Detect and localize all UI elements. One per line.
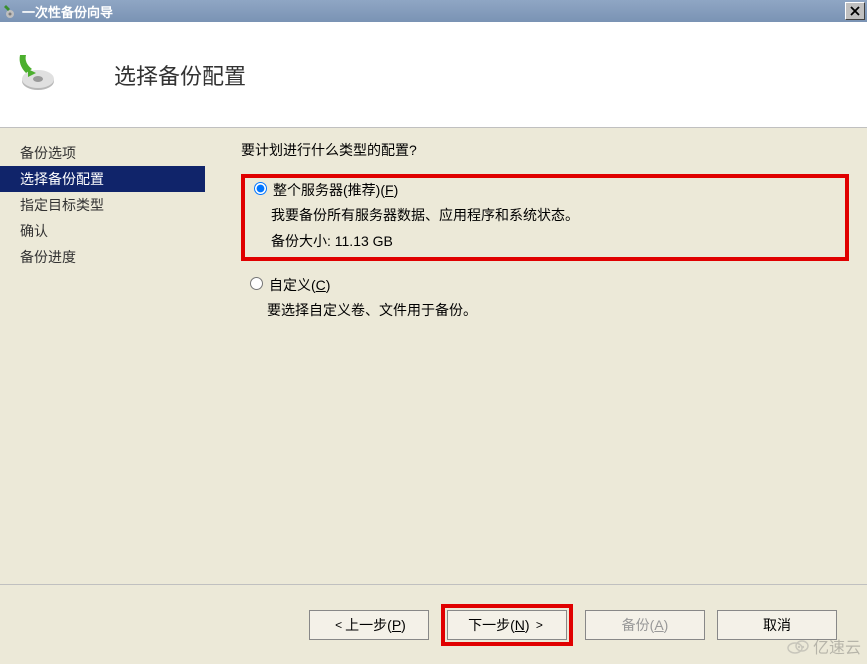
- sidebar-step-3[interactable]: 确认: [0, 218, 205, 244]
- sidebar-step-2[interactable]: 指定目标类型: [0, 192, 205, 218]
- option-block-0: 整个服务器(推荐)(F) 我要备份所有服务器数据、应用程序和系统状态。备份大小: …: [241, 174, 849, 261]
- backup-button: 备份(A): [585, 610, 705, 640]
- previous-button[interactable]: < 上一步(P): [309, 610, 429, 640]
- chevron-right-icon: >: [533, 618, 543, 632]
- sidebar-step-0[interactable]: 备份选项: [0, 140, 205, 166]
- option-block-1: 自定义(C) 要选择自定义卷、文件用于备份。: [241, 273, 849, 325]
- close-button[interactable]: [845, 2, 865, 20]
- radio-option-1[interactable]: [250, 277, 263, 290]
- wizard-header: 选择备份配置: [0, 22, 867, 128]
- sidebar: 备份选项选择备份配置指定目标类型确认备份进度: [0, 128, 205, 584]
- cancel-button[interactable]: 取消: [717, 610, 837, 640]
- option-label-1[interactable]: 自定义(C): [269, 275, 330, 295]
- sidebar-step-4[interactable]: 备份进度: [0, 244, 205, 270]
- wizard-footer: < 上一步(P) 下一步(N) > 备份(A) 取消: [0, 584, 867, 664]
- radio-option-0[interactable]: [254, 182, 267, 195]
- titlebar: 一次性备份向导: [0, 0, 867, 22]
- chevron-left-icon: <: [335, 618, 342, 632]
- option-desc-1-line1: 要选择自定义卷、文件用于备份。: [267, 299, 843, 321]
- option-desc-0-line1: 我要备份所有服务器数据、应用程序和系统状态。: [271, 204, 839, 226]
- wizard-body: 备份选项选择备份配置指定目标类型确认备份进度 要计划进行什么类型的配置? 整个服…: [0, 128, 867, 584]
- prompt-text: 要计划进行什么类型的配置?: [241, 140, 849, 160]
- option-label-0[interactable]: 整个服务器(推荐)(F): [273, 180, 398, 200]
- window-title: 一次性备份向导: [22, 2, 845, 21]
- next-button-highlight: 下一步(N) >: [441, 604, 573, 646]
- sidebar-step-1[interactable]: 选择备份配置: [0, 166, 205, 192]
- page-title: 选择备份配置: [114, 59, 246, 91]
- backup-icon: [14, 51, 58, 95]
- option-desc-0-line2: 备份大小: 11.13 GB: [271, 230, 839, 252]
- app-icon: [2, 3, 18, 19]
- next-button[interactable]: 下一步(N) >: [447, 610, 567, 640]
- content-pane: 要计划进行什么类型的配置? 整个服务器(推荐)(F) 我要备份所有服务器数据、应用…: [205, 128, 867, 584]
